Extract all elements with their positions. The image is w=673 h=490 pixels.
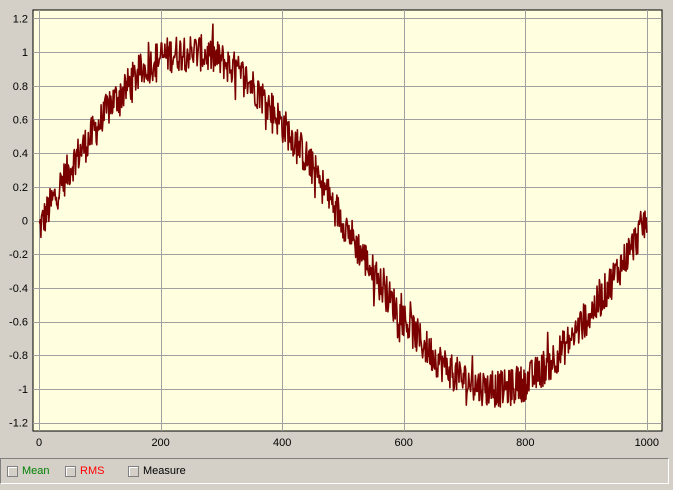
rms-checkbox[interactable] bbox=[65, 465, 76, 477]
chart: 1.2 1 0.8 0.6 0.4 0.2 0 -0.2 -0.4 -0.6 -0.8 -1 -1.2 0… bbox=[9, 9, 663, 449]
y-tick-label: 1.2 bbox=[13, 13, 28, 25]
plot-frame: 1.2 1 0.8 0.6 0.4 0.2 0 -0.2 -0.4 -0.6 -0.8 -1 -1.2 0… bbox=[0, 0, 673, 458]
x-tick-label: 0 bbox=[36, 437, 42, 449]
x-tick-label: 1000 bbox=[635, 437, 659, 449]
y-tick-label: -1.2 bbox=[9, 418, 28, 430]
x-tick-label: 200 bbox=[151, 437, 169, 449]
y-tick-label: -0.4 bbox=[9, 283, 28, 295]
measure-toggle[interactable]: Measure bbox=[128, 464, 186, 478]
y-tick-label: 1 bbox=[22, 47, 28, 59]
y-tick-label: -0.2 bbox=[9, 249, 28, 261]
y-tick-label: -0.8 bbox=[9, 350, 28, 362]
y-tick-label: -1 bbox=[18, 384, 28, 396]
x-tick-label: 800 bbox=[516, 437, 534, 449]
y-tick-label: 0.4 bbox=[13, 148, 28, 160]
x-tick-label: 600 bbox=[395, 437, 413, 449]
rms-toggle[interactable]: RMS bbox=[65, 464, 104, 478]
rms-label: RMS bbox=[80, 465, 105, 477]
y-tick-label: 0.2 bbox=[13, 182, 28, 194]
y-tick-label: 0.6 bbox=[13, 114, 28, 126]
y-tick-label: 0.8 bbox=[13, 81, 28, 93]
mean-checkbox[interactable] bbox=[7, 465, 18, 477]
mean-label: Mean bbox=[22, 465, 50, 477]
x-tick-label: 400 bbox=[273, 437, 291, 449]
measure-checkbox[interactable] bbox=[128, 465, 139, 477]
y-tick-label: -0.6 bbox=[9, 317, 28, 329]
mean-toggle[interactable]: Mean bbox=[7, 464, 50, 478]
y-tick-label: 0 bbox=[22, 216, 28, 228]
measure-label: Measure bbox=[143, 465, 186, 477]
legend-bar: Mean RMS Measure bbox=[0, 458, 669, 484]
